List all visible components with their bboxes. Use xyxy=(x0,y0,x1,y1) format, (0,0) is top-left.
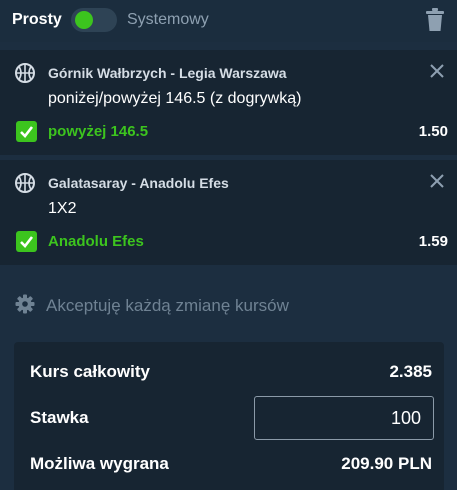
close-icon[interactable] xyxy=(428,172,446,190)
match-name: Galatasaray - Anadolu Efes xyxy=(48,175,229,191)
close-icon[interactable] xyxy=(428,62,446,80)
match-name: Górnik Wałbrzych - Legia Warszawa xyxy=(48,65,287,81)
basketball-icon xyxy=(15,63,35,83)
mode-system-label[interactable]: Systemowy xyxy=(127,11,209,29)
total-odds-value: 2.385 xyxy=(389,362,432,381)
bet-slip-item: Górnik Wałbrzych - Legia Warszawa poniże… xyxy=(0,50,457,155)
mode-toggle[interactable] xyxy=(71,8,117,32)
mode-single-label[interactable]: Prosty xyxy=(12,11,62,29)
bet-slip-item: Galatasaray - Anadolu Efes 1X2 Anadolu E… xyxy=(0,160,457,265)
trash-icon[interactable] xyxy=(424,8,446,32)
market-name: 1X2 xyxy=(48,200,77,217)
market-name: poniżej/powyżej 146.5 (z dogrywką) xyxy=(48,90,302,107)
bet-type-bar: Prosty Systemowy xyxy=(0,0,457,42)
stake-input[interactable] xyxy=(254,396,434,440)
accept-odds-changes-option[interactable]: Akceptuję każdą zmianę kursów xyxy=(0,270,457,340)
toggle-knob xyxy=(75,11,93,29)
possible-win-value: 209.90 PLN xyxy=(341,454,432,473)
selection-odds: 1.50 xyxy=(418,123,448,140)
selection-odds: 1.59 xyxy=(418,233,448,250)
bet-summary-panel: Kurs całkowity 2.385 Stawka Możliwa wygr… xyxy=(14,342,444,490)
possible-win-label: Możliwa wygrana xyxy=(30,454,169,473)
selection-name: Anadolu Efes xyxy=(48,233,144,250)
stake-label: Stawka xyxy=(30,408,89,427)
checkbox-checked-icon[interactable] xyxy=(16,121,37,142)
accept-odds-changes-label: Akceptuję każdą zmianę kursów xyxy=(46,296,289,315)
selection-name: powyżej 146.5 xyxy=(48,123,149,140)
total-odds-label: Kurs całkowity xyxy=(30,362,150,381)
basketball-icon xyxy=(15,173,35,193)
gear-icon xyxy=(15,294,35,314)
checkbox-checked-icon[interactable] xyxy=(16,231,37,252)
